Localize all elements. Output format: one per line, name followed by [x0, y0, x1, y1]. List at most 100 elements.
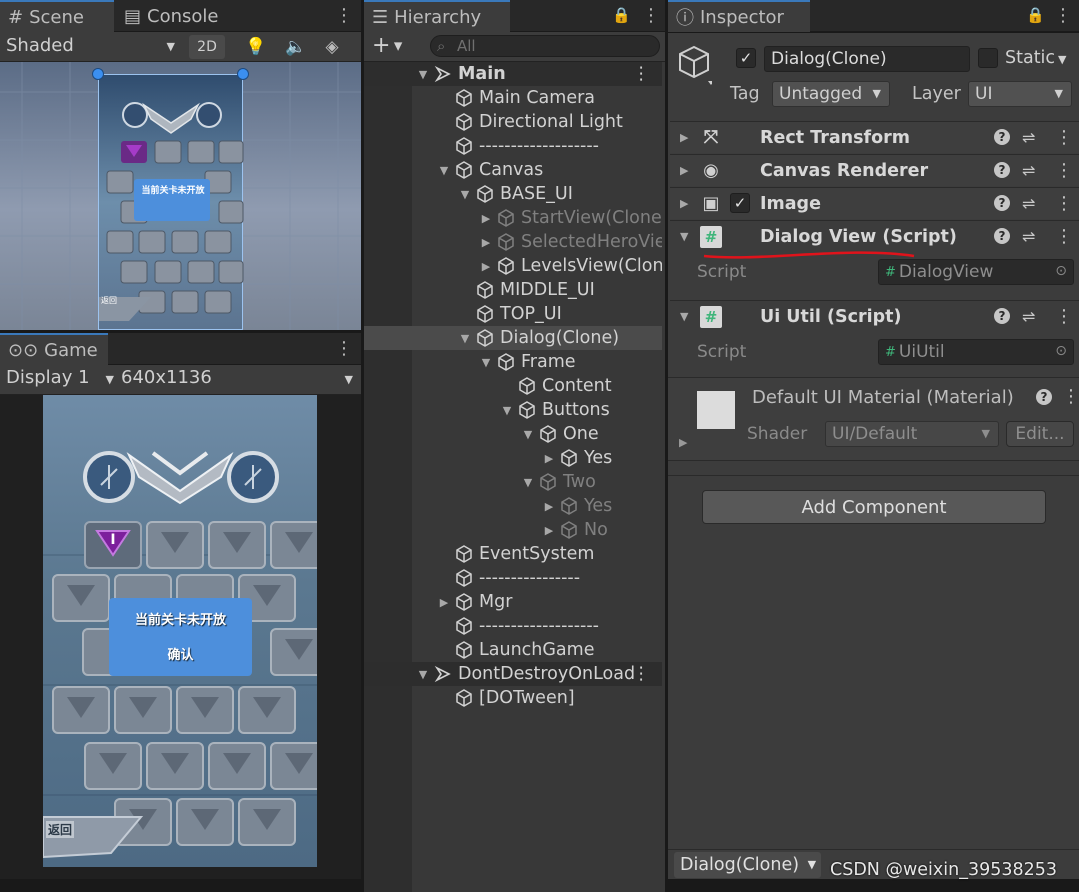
hierarchy-item[interactable]: ▼ Canvas	[364, 158, 662, 182]
hierarchy-item[interactable]: LaunchGame	[364, 638, 662, 662]
help-icon[interactable]: ?	[1036, 389, 1052, 405]
foldout-arrow-icon[interactable]: ▶	[437, 596, 451, 609]
hierarchy-item[interactable]: ▼ BASE_UI	[364, 182, 662, 206]
foldout-arrow-icon[interactable]: ▼	[416, 68, 430, 81]
presets-icon[interactable]: ⇌	[1022, 194, 1035, 213]
add-component-button[interactable]: Add Component	[702, 490, 1046, 524]
resolution-dropdown[interactable]: 640x1136 ▼	[121, 367, 357, 393]
hierarchy-item[interactable]: EventSystem	[364, 542, 662, 566]
foldout-arrow-icon[interactable]: ▼	[500, 404, 514, 417]
hierarchy-item[interactable]: [DOTween]	[364, 686, 662, 710]
uiutil-script-field[interactable]: # UiUtil ⊙	[878, 339, 1074, 365]
scene-menu-icon[interactable]: ⋮	[335, 6, 353, 26]
foldout-arrow-icon[interactable]: ▶	[680, 197, 688, 210]
hierarchy-item[interactable]: -------------------	[364, 134, 662, 158]
foldout-arrow-icon[interactable]: ▼	[521, 476, 535, 489]
hierarchy-item[interactable]: ▼ Dialog(Clone)	[364, 326, 662, 350]
foldout-arrow-icon[interactable]: ▶	[679, 436, 687, 449]
hierarchy-item[interactable]: ▼ Frame	[364, 350, 662, 374]
shading-dropdown[interactable]: Shaded ▼	[6, 35, 181, 59]
object-name-field[interactable]: Dialog(Clone)	[764, 46, 970, 72]
shader-dropdown[interactable]: UI/Default ▼	[825, 421, 999, 447]
foldout-arrow-icon[interactable]: ▼	[416, 668, 430, 681]
kebab-icon[interactable]: ⋮	[1055, 193, 1073, 214]
hierarchy-item[interactable]: ▶ Yes	[364, 494, 662, 518]
game-back-button[interactable]: 返回	[46, 821, 75, 838]
presets-icon[interactable]: ⇌	[1022, 161, 1035, 180]
kebab-icon[interactable]: ⋮	[633, 64, 651, 84]
layer-dropdown[interactable]: UI ▼	[968, 81, 1072, 107]
hierarchy-item[interactable]: ▶ SelectedHeroView	[364, 230, 662, 254]
hierarchy-item[interactable]: ▼ Buttons	[364, 398, 662, 422]
kebab-icon[interactable]: ⋮	[1062, 386, 1079, 407]
component-enabled-checkbox[interactable]: ✓	[730, 193, 750, 213]
hierarchy-item[interactable]: ▼ One	[364, 422, 662, 446]
object-picker-icon[interactable]: ⊙	[1055, 263, 1067, 279]
foldout-arrow-icon[interactable]: ▼	[458, 188, 472, 201]
component-header[interactable]: ▶ ⤧ Rect Transform? ⇌ ⋮	[670, 121, 1079, 153]
lighting-icon[interactable]: 💡	[244, 35, 268, 59]
lock-icon[interactable]: 🔒	[1026, 6, 1045, 24]
foldout-arrow-icon[interactable]: ▼	[680, 310, 688, 323]
component-header[interactable]: ▼ # Ui Util (Script)? ⇌ ⋮	[670, 300, 1079, 332]
foldout-arrow-icon[interactable]: ▼	[437, 164, 451, 177]
hierarchy-item[interactable]: ▼ Main ⋮	[364, 62, 662, 86]
hierarchy-item[interactable]: Directional Light	[364, 110, 662, 134]
tab-hierarchy[interactable]: ☰ Hierarchy	[364, 0, 510, 32]
help-icon[interactable]: ?	[994, 129, 1010, 145]
lock-icon[interactable]: 🔒	[612, 6, 631, 24]
kebab-icon[interactable]: ⋮	[1055, 226, 1073, 247]
hierarchy-item[interactable]: MIDDLE_UI	[364, 278, 662, 302]
foldout-arrow-icon[interactable]: ▶	[479, 236, 493, 249]
hierarchy-item[interactable]: ----------------	[364, 566, 662, 590]
foldout-arrow-icon[interactable]: ▼	[680, 230, 688, 243]
tag-dropdown[interactable]: Untagged ▼	[772, 81, 890, 107]
help-icon[interactable]: ?	[994, 308, 1010, 324]
create-button[interactable]: + ▼	[372, 33, 402, 58]
effects-icon[interactable]: ◈	[320, 35, 344, 59]
component-header[interactable]: ▶ ◉ Canvas Renderer? ⇌ ⋮	[670, 154, 1079, 186]
foldout-arrow-icon[interactable]: ▼	[458, 332, 472, 345]
hierarchy-item[interactable]: ▶ Mgr	[364, 590, 662, 614]
display-dropdown[interactable]: Display 1 ▼	[6, 367, 118, 393]
hierarchy-item[interactable]: ▼ Two	[364, 470, 662, 494]
foldout-arrow-icon[interactable]: ▶	[542, 524, 556, 537]
active-checkbox[interactable]: ✓	[736, 48, 756, 68]
hierarchy-item[interactable]: ▼ DontDestroyOnLoad ⋮	[364, 662, 662, 686]
foldout-arrow-icon[interactable]: ▶	[680, 164, 688, 177]
scene-viewport[interactable]: 当前关卡未开放 返回	[0, 62, 361, 330]
hierarchy-menu-icon[interactable]: ⋮	[642, 6, 660, 26]
hierarchy-item[interactable]: ▶ StartView(Clone)	[364, 206, 662, 230]
selection-dropdown[interactable]: Dialog(Clone) ▼	[674, 852, 822, 878]
chevron-down-icon[interactable]: ▼	[1058, 53, 1066, 66]
foldout-arrow-icon[interactable]: ▶	[479, 212, 493, 225]
tab-inspector[interactable]: ⓘ Inspector	[668, 0, 810, 32]
object-picker-icon[interactable]: ⊙	[1055, 343, 1067, 359]
edit-shader-button[interactable]: Edit...	[1006, 421, 1074, 447]
rect-handle[interactable]	[237, 68, 249, 80]
tab-console[interactable]: ▤ Console	[116, 0, 226, 32]
hierarchy-search-input[interactable]: ⌕ All	[430, 35, 660, 57]
help-icon[interactable]: ?	[994, 162, 1010, 178]
foldout-arrow-icon[interactable]: ▶	[542, 500, 556, 513]
hierarchy-item[interactable]: -------------------	[364, 614, 662, 638]
2d-toggle[interactable]: 2D	[189, 35, 225, 59]
audio-icon[interactable]: 🔈	[284, 35, 308, 59]
tab-game[interactable]: ⊙⊙ Game	[0, 333, 108, 365]
inspector-menu-icon[interactable]: ⋮	[1054, 6, 1072, 26]
kebab-icon[interactable]: ⋮	[633, 664, 651, 684]
help-icon[interactable]: ?	[994, 228, 1010, 244]
foldout-arrow-icon[interactable]: ▼	[479, 356, 493, 369]
kebab-icon[interactable]: ⋮	[1055, 127, 1073, 148]
foldout-arrow-icon[interactable]: ▶	[680, 131, 688, 144]
hierarchy-item[interactable]: TOP_UI	[364, 302, 662, 326]
hierarchy-item[interactable]: ▶ No	[364, 518, 662, 542]
presets-icon[interactable]: ⇌	[1022, 307, 1035, 326]
component-header[interactable]: ▶ ▣ ✓ Image? ⇌ ⋮	[670, 187, 1079, 219]
presets-icon[interactable]: ⇌	[1022, 128, 1035, 147]
foldout-arrow-icon[interactable]: ▼	[521, 428, 535, 441]
tab-scene[interactable]: # Scene	[0, 0, 114, 32]
hierarchy-item[interactable]: ▶ LevelsView(Clone)	[364, 254, 662, 278]
foldout-arrow-icon[interactable]: ▶	[479, 260, 493, 273]
hierarchy-item[interactable]: ▶ Yes	[364, 446, 662, 470]
